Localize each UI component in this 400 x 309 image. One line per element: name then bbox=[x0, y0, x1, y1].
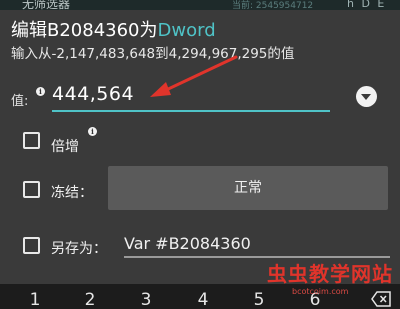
save-as-checkbox[interactable] bbox=[23, 237, 40, 254]
value-type-dropdown-icon[interactable] bbox=[356, 86, 377, 107]
value-info-icon[interactable]: i bbox=[36, 87, 45, 96]
value-label: 值: bbox=[11, 94, 29, 109]
key-5[interactable]: 5 bbox=[244, 290, 274, 309]
key-3[interactable]: 3 bbox=[131, 290, 161, 309]
value-input[interactable]: 444,564 bbox=[52, 80, 330, 112]
key-4[interactable]: 4 bbox=[188, 290, 218, 309]
freeze-label: 冻结： bbox=[51, 185, 93, 201]
key-2[interactable]: 2 bbox=[75, 290, 105, 309]
freeze-mode-button[interactable]: 正常 bbox=[108, 166, 388, 210]
watermark-logo: 虫虫教学网站 bbox=[267, 262, 393, 286]
range-hint: 输入从-2,147,483,648到4,294,967,295的值 bbox=[11, 46, 295, 62]
save-as-input[interactable]: Var #B2084360 bbox=[124, 232, 390, 258]
multiply-checkbox[interactable] bbox=[23, 132, 40, 149]
backspace-icon[interactable] bbox=[371, 291, 391, 307]
background-right-text: h D E bbox=[347, 0, 387, 10]
value-input-text: 444,564 bbox=[52, 83, 135, 105]
save-as-label: 另存为： bbox=[51, 241, 107, 257]
multiply-label: 倍增 bbox=[51, 139, 79, 155]
dialog-title: 编辑B2084360为Dword bbox=[11, 16, 216, 42]
multiply-info-icon[interactable]: i bbox=[88, 127, 97, 136]
dialog-title-type: Dword bbox=[157, 20, 216, 41]
watermark-url: bcotcoim.com bbox=[292, 287, 349, 296]
save-as-input-text: Var #B2084360 bbox=[124, 234, 251, 253]
dialog-title-prefix: 编辑B2084360为 bbox=[11, 20, 158, 41]
key-1[interactable]: 1 bbox=[20, 290, 50, 309]
freeze-checkbox[interactable] bbox=[23, 181, 40, 198]
edit-value-dialog: 编辑B2084360为Dword 输入从-2,147,483,648到4,294… bbox=[0, 10, 400, 284]
